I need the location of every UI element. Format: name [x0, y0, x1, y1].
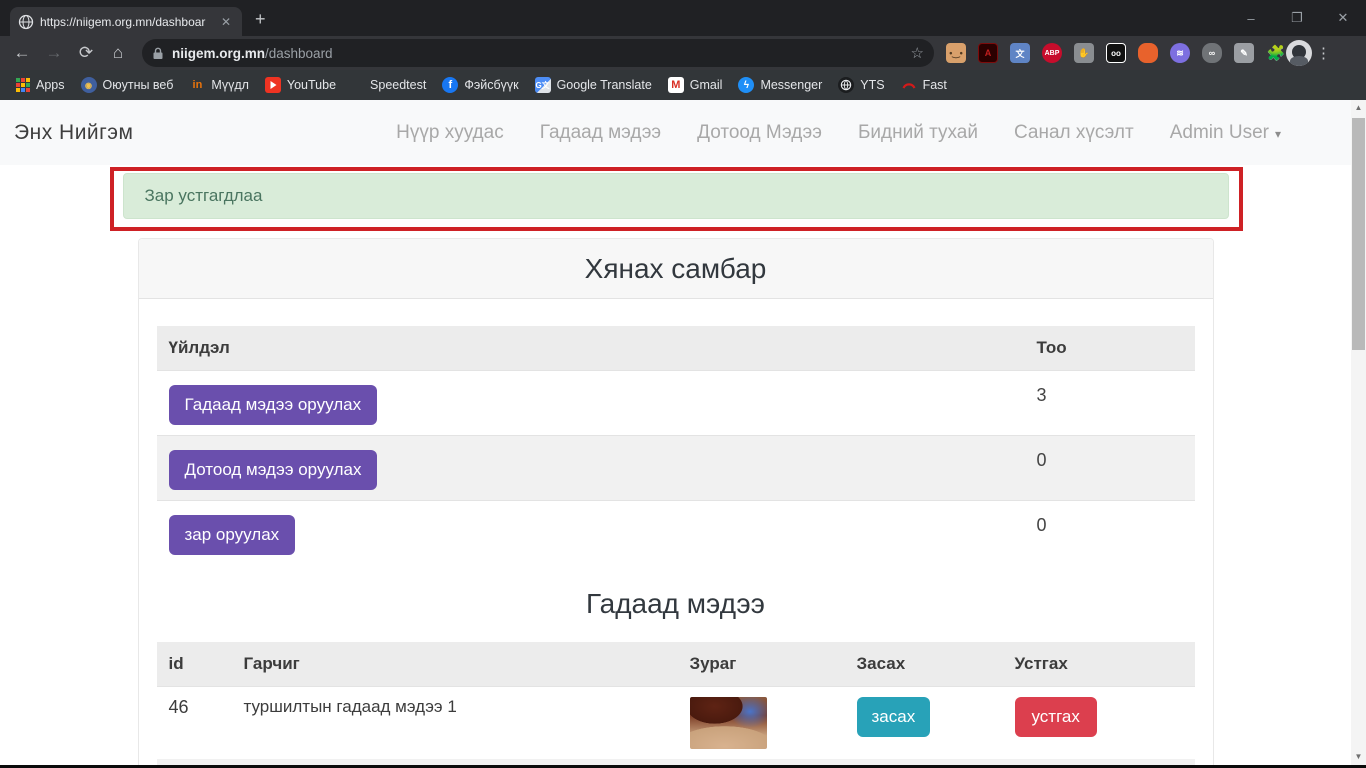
close-button[interactable]: ✕ [1320, 10, 1366, 26]
dashboard-card: Хянах самбар Үйлдэл Тоо Гадаад мэдээ ору… [137, 238, 1214, 768]
add-ad-button[interactable]: зар оруулах [168, 515, 296, 555]
infinity-badge-extension-icon[interactable]: ∞ [1202, 43, 1222, 63]
pen-extension-icon[interactable]: ✎ [1234, 43, 1254, 63]
profile-avatar[interactable] [1286, 40, 1312, 66]
table-row: зар оруулах 0 [156, 500, 1195, 565]
bookmarks-bar: Apps ◉ Оюутны веб in Мүүдл YouTube Speed… [0, 70, 1366, 100]
new-tab-button[interactable]: + [255, 10, 266, 28]
delete-button[interactable]: устгах [1014, 697, 1097, 737]
table-row: 46 туршилтын гадаад мэдээ 1 засах устгах [156, 686, 1195, 759]
table-row: Дотоод мэдээ оруулах 0 [156, 435, 1195, 501]
scroll-down-icon[interactable]: ▼ [1351, 749, 1366, 765]
nav-link-feedback[interactable]: Санал хүсэлт [1014, 122, 1134, 144]
minimize-button[interactable]: – [1228, 11, 1274, 26]
dashboard-card-header: Хянах самбар [138, 239, 1213, 299]
browser-titlebar: https://niigem.org.mn/dashboar ✕ + – ❐ ✕ [0, 0, 1366, 36]
table-row: Гадаад мэдээ оруулах 3 [156, 370, 1195, 436]
bookmark-apps[interactable]: Apps [16, 78, 65, 92]
forward-icon: → [45, 43, 63, 62]
column-header-title: Гарчиг [231, 642, 678, 687]
bookmark-oyutny-web[interactable]: ◉ Оюутны веб [80, 77, 173, 93]
globe-favicon-icon [18, 14, 34, 30]
url-text: niigem.org.mn/dashboard [172, 45, 333, 61]
column-header-edit: Засах [844, 642, 1003, 687]
web-page: Энх Нийгэм Нүүр хуудас Гадаад мэдээ Дото… [0, 100, 1366, 768]
nav-link-domestic-news[interactable]: Дотоод Мэдээ [697, 122, 822, 144]
acrobat-extension-icon[interactable]: A [978, 43, 998, 63]
nav-link-foreign-news[interactable]: Гадаад мэдээ [540, 122, 661, 144]
bookmark-gmail[interactable]: M Gmail [667, 77, 722, 93]
browser-toolbar: ← → ⟳ ⌂ niigem.org.mn/dashboard ☆ •‿• A … [0, 36, 1366, 70]
bookmark-facebook[interactable]: f Фэйсбүүк [442, 77, 519, 93]
restore-button[interactable]: ❐ [1274, 10, 1320, 26]
bookmark-fast[interactable]: Fast [901, 77, 947, 93]
section-title-foreign-news: Гадаад мэдээ [586, 588, 765, 619]
ad-count: 0 [1024, 500, 1195, 565]
chevron-down-icon: ▾ [1274, 126, 1281, 141]
success-alert: Зар устгагдлаа [122, 173, 1229, 219]
news-title: туршилтын гадаад мэдээ 1 [231, 686, 678, 759]
page-scrollbar[interactable]: ▲ ▼ [1351, 100, 1366, 768]
nav-link-about-us[interactable]: Бидний тухай [858, 122, 978, 144]
browser-menu-icon[interactable]: ⋮ [1316, 44, 1331, 62]
nav-link-home[interactable]: Нүүр хуудас [396, 122, 504, 144]
lock-icon [152, 47, 164, 60]
tab-close-icon[interactable]: ✕ [218, 15, 234, 29]
foreign-news-table: id Гарчиг Зураг Засах Устгах 46 туршилты… [156, 642, 1195, 759]
tab-title: https://niigem.org.mn/dashboar [40, 14, 206, 29]
purple-circle-extension-icon[interactable]: ≋ [1170, 43, 1190, 63]
bookmark-muudl[interactable]: in Мүүдл [189, 77, 249, 93]
facebook-icon: f [442, 77, 459, 93]
add-foreign-news-button[interactable]: Гадаад мэдээ оруулах [168, 385, 378, 425]
column-header-count: Тоо [1024, 326, 1195, 371]
google-translate-icon: G文 [534, 77, 551, 93]
domestic-news-count: 0 [1024, 435, 1195, 501]
address-bar[interactable]: niigem.org.mn/dashboard ☆ [142, 39, 934, 67]
extensions-row: •‿• A 文 ABP ✋ oo ≋ ∞ ✎ 🧩 [946, 43, 1286, 63]
messenger-icon: ϟ [738, 77, 755, 93]
browser-tab[interactable]: https://niigem.org.mn/dashboar ✕ [10, 7, 242, 36]
news-thumbnail-image [689, 697, 767, 749]
news-id: 46 [156, 686, 232, 759]
user-menu-dropdown[interactable]: Admin User ▾ [1170, 122, 1281, 144]
fast-gauge-icon [901, 77, 917, 93]
hand-extension-icon[interactable]: ✋ [1074, 43, 1094, 63]
bookmark-star-icon[interactable]: ☆ [911, 44, 924, 62]
bookmark-youtube[interactable]: YouTube [264, 77, 336, 93]
column-header-id: id [156, 642, 232, 687]
youtube-icon [264, 77, 281, 93]
robot-extension-icon[interactable]: •‿• [946, 43, 966, 63]
alert-message: Зар устгагдлаа [144, 186, 263, 205]
page-title: Хянах самбар [584, 252, 767, 284]
yts-globe-icon [838, 77, 855, 93]
puzzle-extensions-icon[interactable]: 🧩 [1266, 43, 1286, 63]
actions-table: Үйлдэл Тоо Гадаад мэдээ оруулах 3 Дотоод… [156, 326, 1195, 565]
column-header-image: Зураг [677, 642, 845, 687]
bookmark-speedtest[interactable]: Speedtest [370, 78, 426, 92]
scrollbar-thumb[interactable] [1352, 118, 1365, 350]
column-header-delete: Устгах [1002, 642, 1195, 687]
bookmark-yts[interactable]: YTS [838, 77, 885, 93]
apps-grid-icon [16, 78, 30, 92]
moodle-icon: in [192, 79, 203, 91]
site-brand[interactable]: Энх Нийгэм [14, 121, 133, 145]
bookmark-messenger[interactable]: ϟ Messenger [738, 77, 822, 93]
translate-extension-icon[interactable]: 文 [1010, 43, 1030, 63]
flame-extension-icon[interactable] [1138, 43, 1158, 63]
bookmark-google-translate[interactable]: G文 Google Translate [534, 77, 652, 93]
foreign-news-count: 3 [1024, 370, 1195, 436]
scroll-up-icon[interactable]: ▲ [1351, 100, 1366, 116]
adblock-plus-extension-icon[interactable]: ABP [1042, 43, 1062, 63]
add-domestic-news-button[interactable]: Дотоод мэдээ оруулах [168, 450, 378, 490]
site-navbar: Энх Нийгэм Нүүр хуудас Гадаад мэдээ Дото… [0, 100, 1351, 165]
home-icon[interactable]: ⌂ [102, 43, 134, 63]
edit-button[interactable]: засах [856, 697, 931, 737]
column-header-action: Үйлдэл [156, 326, 1025, 371]
back-icon[interactable]: ← [6, 43, 38, 63]
emblem-icon: ◉ [80, 77, 97, 93]
gmail-icon: M [667, 77, 684, 93]
media-extension-icon[interactable]: oo [1106, 43, 1126, 63]
reload-icon[interactable]: ⟳ [70, 43, 102, 63]
